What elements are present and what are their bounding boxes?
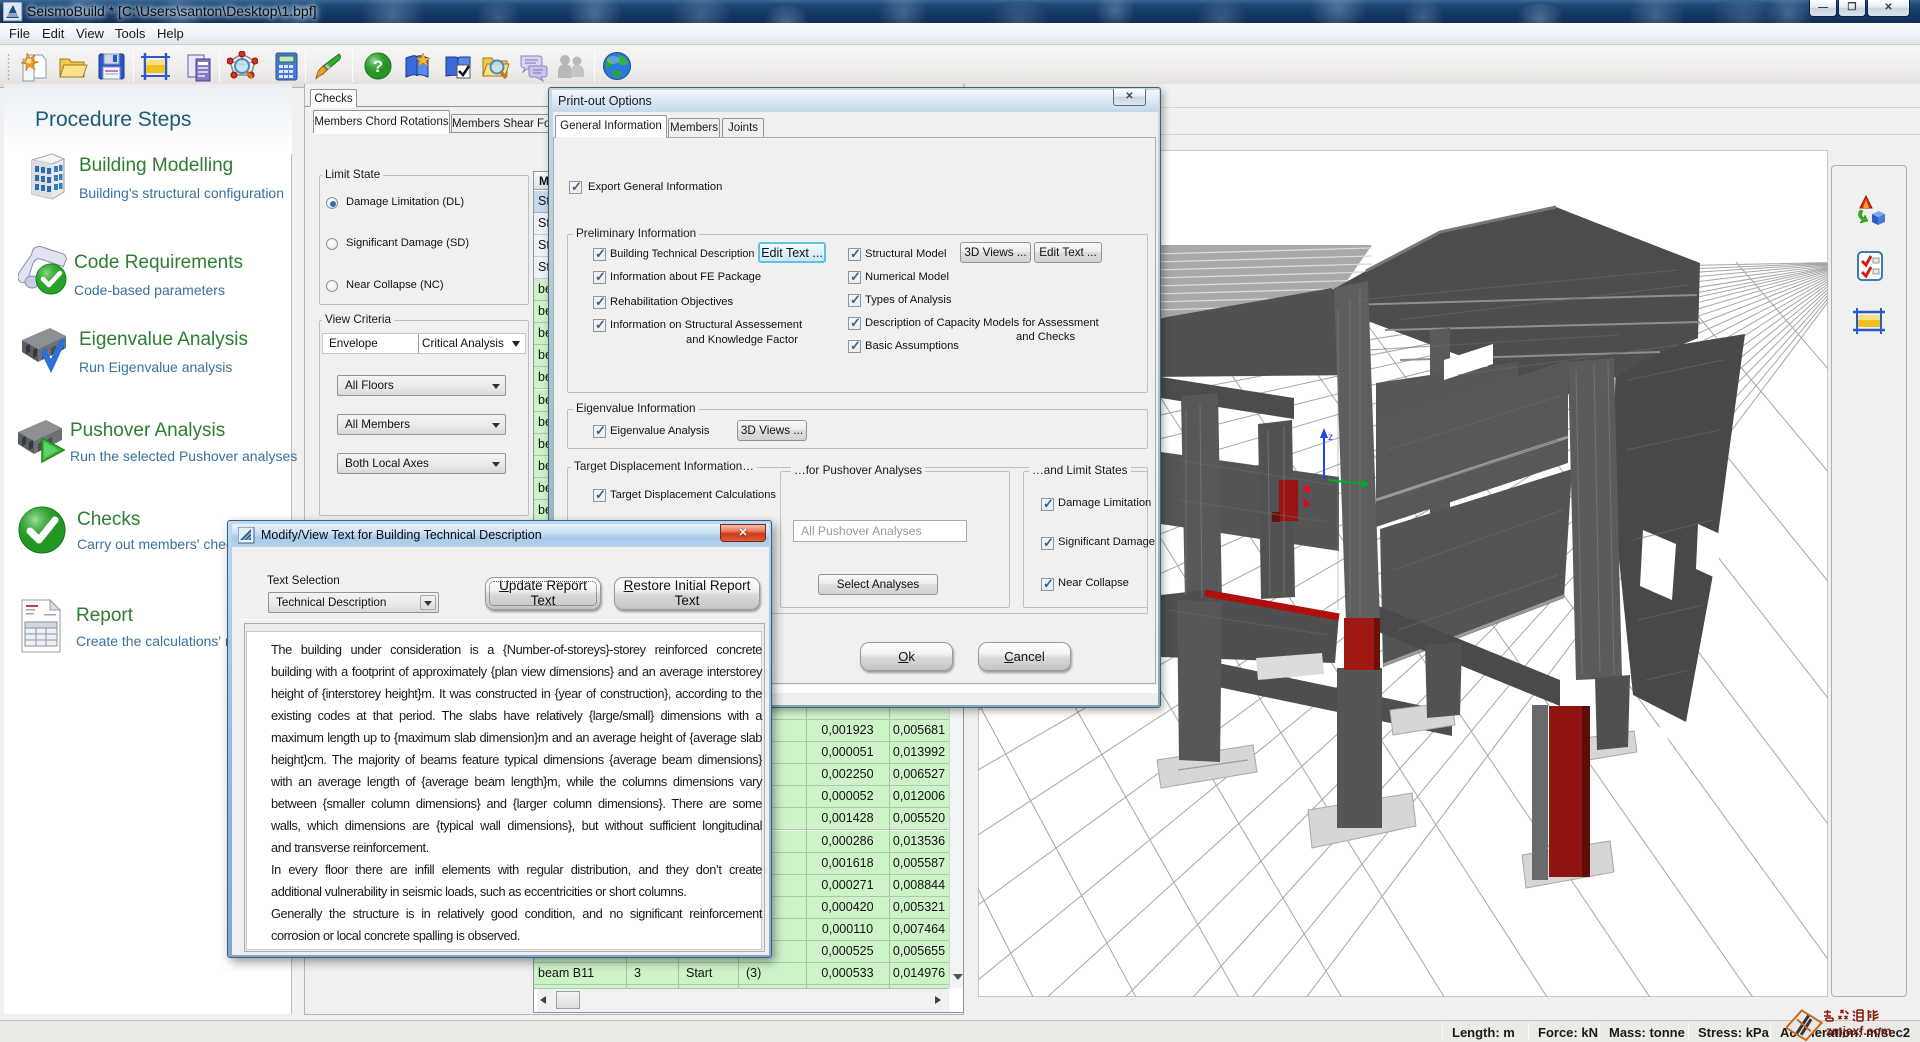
svg-text:z: z [1328,432,1333,443]
svg-text:?: ? [373,57,383,76]
svg-text:zmjaxf.com: zmjaxf.com [1826,1024,1891,1038]
